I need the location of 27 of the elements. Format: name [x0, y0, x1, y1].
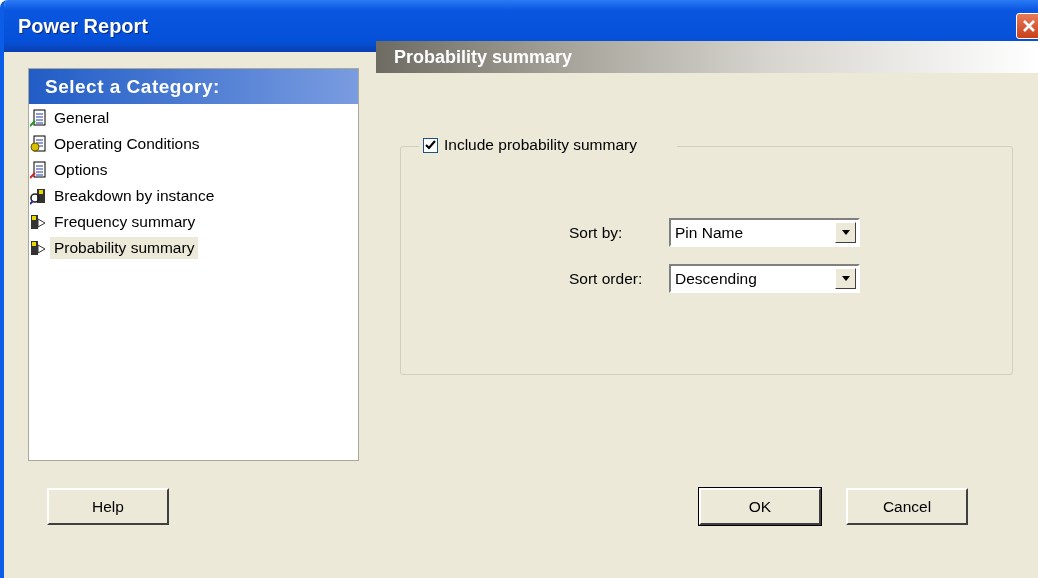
checkbox[interactable] — [423, 137, 438, 153]
dropdown[interactable]: Pin Name — [669, 218, 860, 247]
category-header: Select a Category: — [29, 69, 358, 104]
checkbox-label: Include probability summary — [444, 136, 637, 154]
dropdown-value: Descending — [674, 269, 757, 288]
checkmark-icon — [425, 139, 436, 151]
caret-icon — [841, 230, 850, 235]
section-header: Probability summary — [376, 41, 1038, 73]
close-button[interactable] — [1016, 13, 1038, 39]
category-item[interactable]: Frequency summary — [50, 211, 200, 233]
caret-icon — [841, 276, 850, 281]
magnifier-chip-icon — [30, 187, 46, 205]
category-item[interactable]: General — [50, 107, 114, 129]
field-label: Sort order: — [569, 269, 644, 288]
dialog-button[interactable]: Cancel — [846, 488, 968, 525]
category-item[interactable]: Probability summary — [50, 237, 199, 259]
category-item[interactable]: Operating Conditions — [50, 133, 204, 155]
field-label: Sort by: — [569, 223, 624, 242]
include-checkbox[interactable]: Include probability summary — [419, 136, 677, 154]
dialog-button[interactable]: OK — [699, 488, 821, 525]
close-icon — [1021, 18, 1037, 34]
category-item[interactable]: Breakdown by instance — [50, 185, 219, 207]
category-item[interactable]: Options — [50, 159, 112, 181]
dropdown-value: Pin Name — [674, 223, 744, 242]
dialog-button[interactable]: Help — [47, 488, 169, 525]
window-title: Power Report — [18, 14, 149, 38]
dropdown[interactable]: Descending — [669, 264, 860, 293]
